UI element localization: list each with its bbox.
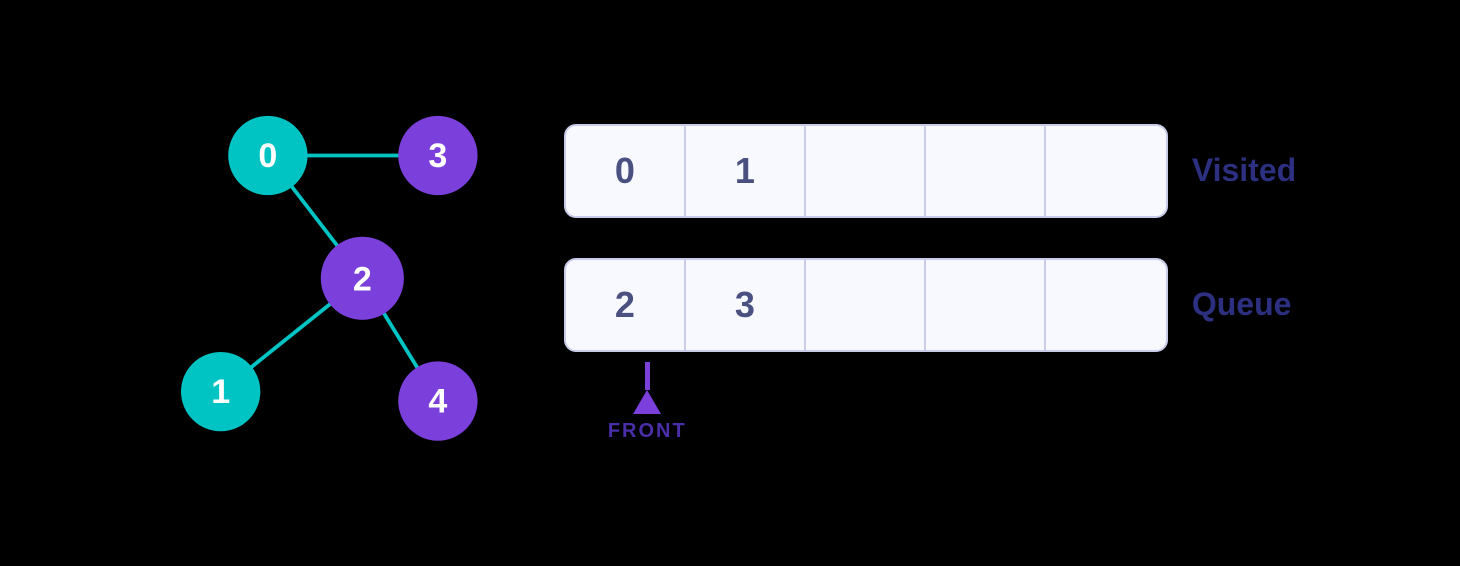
- visited-cell-3: [926, 126, 1046, 216]
- main-container: 0 1 2 3 4 0 1 Visited: [164, 73, 1296, 493]
- node-0-label: 0: [258, 137, 277, 175]
- queue-array: 2 3: [564, 258, 1168, 352]
- visited-array: 0 1: [564, 124, 1168, 218]
- visited-cell-0: 0: [566, 126, 686, 216]
- queue-cell-4: [1046, 260, 1166, 350]
- visited-cell-2: [806, 126, 926, 216]
- node-3-label: 3: [428, 137, 447, 175]
- queue-row: 2 3 Queue: [564, 258, 1292, 352]
- queue-cell-2: [806, 260, 926, 350]
- queue-cell-0: 2: [566, 260, 686, 350]
- visited-cell-4: [1046, 126, 1166, 216]
- front-arrow-head: [633, 390, 661, 414]
- queue-label: Queue: [1192, 286, 1292, 323]
- graph-area: 0 1 2 3 4: [164, 73, 504, 493]
- visited-cell-1: 1: [686, 126, 806, 216]
- queue-cell-3: [926, 260, 1046, 350]
- visited-row: 0 1 Visited: [564, 124, 1296, 218]
- front-arrow-shaft: [645, 362, 650, 390]
- front-indicator: FRONT: [564, 362, 687, 443]
- graph-svg: 0 1 2 3 4: [164, 73, 504, 493]
- queue-cell-1: 3: [686, 260, 806, 350]
- node-2-label: 2: [353, 261, 372, 299]
- front-label: FRONT: [608, 420, 687, 443]
- node-4-label: 4: [428, 382, 447, 420]
- visited-label: Visited: [1192, 152, 1296, 189]
- queue-section: 2 3 Queue FRONT: [564, 258, 1296, 443]
- node-1-label: 1: [211, 373, 230, 411]
- right-panel: 0 1 Visited 2 3 Queue: [564, 124, 1296, 443]
